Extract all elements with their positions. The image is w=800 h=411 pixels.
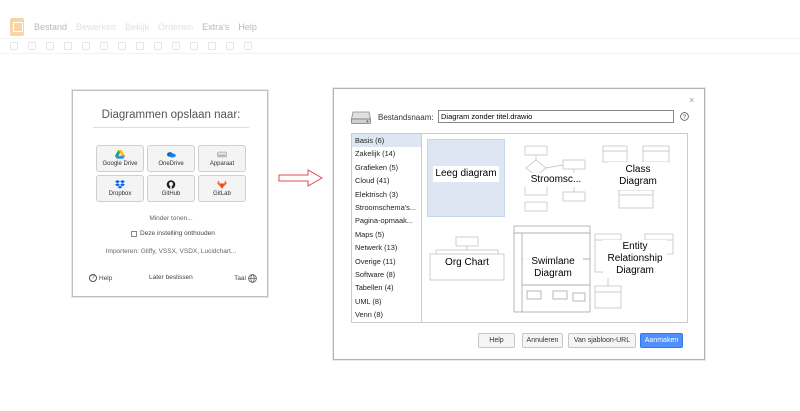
- template-swimlane[interactable]: Swimlane Diagram: [512, 224, 591, 313]
- template-label: Swimlane Diagram: [523, 255, 583, 281]
- cancel-button[interactable]: Annuleren: [522, 333, 563, 348]
- template-class[interactable]: Class Diagram: [598, 139, 676, 217]
- connection-icon[interactable]: [208, 42, 216, 50]
- template-label: Org Chart: [437, 256, 497, 270]
- app-chrome: Bestand Bewerken Bekijk Ordenen Extra's …: [0, 0, 800, 58]
- category-tabellen[interactable]: Tabellen (4): [352, 281, 421, 294]
- template-blank[interactable]: Leeg diagram: [427, 139, 505, 217]
- onedrive-button[interactable]: OneDrive: [147, 145, 195, 172]
- template-label: Stroomsc...: [520, 173, 592, 187]
- menu-help[interactable]: Help: [238, 22, 257, 32]
- menu-bar: Bestand Bewerken Bekijk Ordenen Extra's …: [34, 22, 257, 32]
- provider-label: Dropbox: [108, 191, 132, 197]
- template-label: Entity Relationship Diagram: [603, 240, 667, 278]
- category-netwerk[interactable]: Netwerk (13): [352, 241, 421, 254]
- close-icon[interactable]: ×: [689, 95, 694, 105]
- category-pagina-opmaak[interactable]: Pagina-opmaak...: [352, 214, 421, 227]
- shadow-icon[interactable]: [190, 42, 198, 50]
- menu-extras[interactable]: Extra's: [202, 22, 229, 32]
- decide-later-link[interactable]: Later beslissen: [149, 274, 193, 281]
- help-link[interactable]: ? Help: [89, 274, 112, 282]
- provider-label: Apparaat: [209, 161, 235, 167]
- create-button[interactable]: Aanmaken: [640, 333, 683, 348]
- divider: [93, 127, 249, 128]
- menu-arrange[interactable]: Ordenen: [158, 22, 193, 32]
- category-list: Basis (6) Zakelijk (14) Grafieken (5) Cl…: [351, 133, 422, 323]
- google-drive-icon: [115, 150, 125, 159]
- format-panel-icon[interactable]: [10, 42, 18, 50]
- device-icon: [217, 151, 227, 158]
- github-icon: [166, 180, 176, 189]
- category-elektrisch[interactable]: Elektrisch (3): [352, 188, 421, 201]
- template-entity-relationship[interactable]: Entity Relationship Diagram: [592, 229, 674, 313]
- provider-label: GitHub: [161, 191, 181, 197]
- category-software[interactable]: Software (8): [352, 268, 421, 281]
- show-less-link[interactable]: Minder tonen...: [73, 215, 269, 222]
- waypoints-icon[interactable]: [226, 42, 234, 50]
- line-color-icon[interactable]: [172, 42, 180, 50]
- template-url-button[interactable]: Van sjabloon-URL: [568, 333, 636, 348]
- template-gallery: Leeg diagram Stroomsc... Class Diagram O…: [422, 133, 688, 323]
- category-overige[interactable]: Overige (11): [352, 255, 421, 268]
- template-flowchart[interactable]: Stroomsc...: [516, 139, 594, 217]
- remember-checkbox[interactable]: [131, 230, 137, 237]
- category-grafieken[interactable]: Grafieken (5): [352, 161, 421, 174]
- category-uml[interactable]: UML (8): [352, 295, 421, 308]
- hard-drive-icon: [351, 111, 371, 124]
- language-label: Taal: [234, 275, 246, 282]
- google-drive-button[interactable]: Google Drive: [96, 145, 144, 172]
- redo-icon[interactable]: [82, 42, 90, 50]
- save-location-dialog: Diagrammen opslaan naar: Google Drive On…: [72, 90, 268, 297]
- undo-icon[interactable]: [64, 42, 72, 50]
- help-icon[interactable]: ?: [680, 112, 689, 121]
- category-basis[interactable]: Basis (6): [352, 134, 421, 148]
- zoom-out-icon[interactable]: [46, 42, 54, 50]
- dropbox-icon: [115, 180, 125, 189]
- category-maps[interactable]: Maps (5): [352, 228, 421, 241]
- template-label: Class Diagram: [608, 162, 668, 190]
- help-button[interactable]: Help: [478, 333, 515, 348]
- menu-file[interactable]: Bestand: [34, 22, 67, 32]
- category-zakelijk[interactable]: Zakelijk (14): [352, 147, 421, 160]
- github-button[interactable]: GitHub: [147, 175, 195, 202]
- remember-label: Deze instelling onthouden: [140, 230, 215, 237]
- delete-icon[interactable]: [100, 42, 108, 50]
- category-venn[interactable]: Venn (8): [352, 308, 421, 321]
- zoom-in-icon[interactable]: [28, 42, 36, 50]
- filename-label: Bestandsnaam:: [378, 113, 434, 122]
- fill-color-icon[interactable]: [154, 42, 162, 50]
- filename-input[interactable]: [438, 110, 674, 123]
- save-dialog-title: Diagrammen opslaan naar:: [101, 109, 241, 121]
- provider-label: OneDrive: [158, 161, 184, 167]
- gitlab-icon: [217, 180, 227, 189]
- help-label: Help: [99, 274, 113, 282]
- dropbox-button[interactable]: Dropbox: [96, 175, 144, 202]
- template-label: Leeg diagram: [433, 166, 499, 182]
- category-stroomschemas[interactable]: Stroomschema's...: [352, 201, 421, 214]
- onedrive-icon: [167, 152, 176, 158]
- toolbar: [0, 38, 800, 54]
- provider-label: Google Drive: [102, 161, 138, 167]
- new-diagram-dialog: × Bestandsnaam: ? Basis (6) Zakelijk (14…: [333, 88, 705, 360]
- globe-icon: [248, 274, 257, 283]
- menu-view[interactable]: Bekijk: [125, 22, 149, 32]
- drawio-logo: [10, 18, 24, 36]
- language-link[interactable]: Taal: [234, 274, 257, 283]
- help-icon: ?: [89, 274, 97, 282]
- provider-label: GitLab: [213, 191, 231, 197]
- gitlab-button[interactable]: GitLab: [198, 175, 246, 202]
- import-formats-text: Importeren: Gliffy, VSSX, VSDX, Lucidcha…: [105, 248, 237, 255]
- device-button[interactable]: Apparaat: [198, 145, 246, 172]
- remember-setting[interactable]: Deze instelling onthouden: [131, 230, 215, 237]
- template-org-chart[interactable]: Org Chart: [427, 234, 505, 312]
- insert-icon[interactable]: [244, 42, 252, 50]
- to-back-icon[interactable]: [136, 42, 144, 50]
- arrow-icon: [278, 169, 324, 187]
- to-front-icon[interactable]: [118, 42, 126, 50]
- org-chart-preview: [429, 236, 505, 281]
- category-cloud[interactable]: Cloud (41): [352, 174, 421, 187]
- menu-edit[interactable]: Bewerken: [76, 22, 116, 32]
